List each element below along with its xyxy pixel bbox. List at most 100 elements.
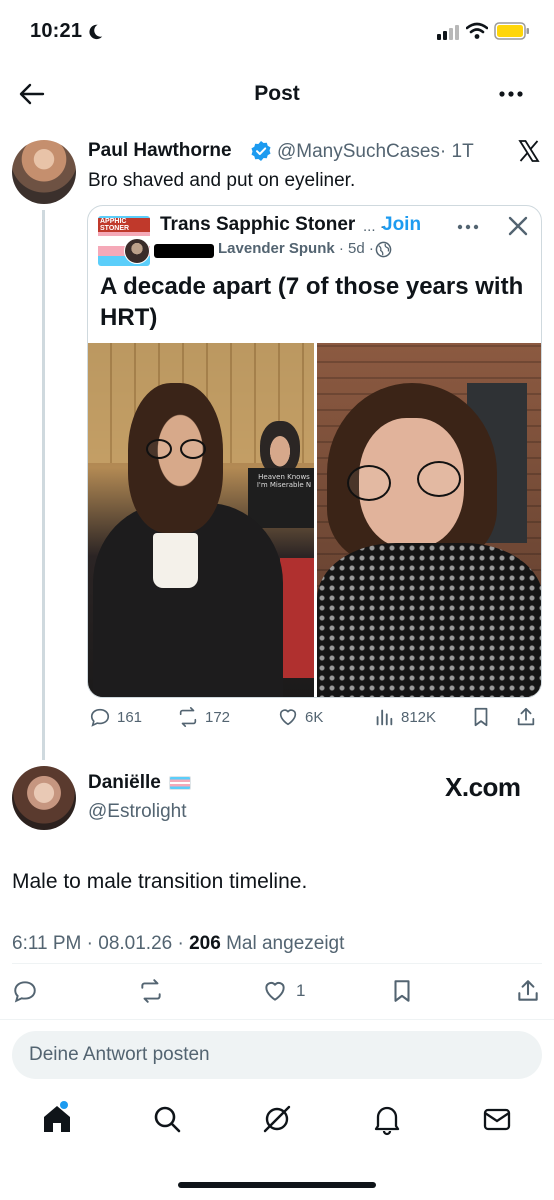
red-booth (280, 558, 314, 678)
card-more-icon[interactable] (456, 218, 480, 236)
reply-button[interactable] (12, 978, 38, 1004)
reply-author-handle[interactable]: @Estrolight (88, 801, 187, 823)
photo-after[interactable] (317, 343, 541, 697)
photo-before[interactable]: Heaven Knows I'm Miserable N (88, 343, 314, 697)
signal-icon (437, 24, 459, 40)
reply-author-name: Daniëlle (88, 772, 161, 793)
verified-badge-icon (251, 141, 271, 161)
reply-text: Male to male transition timeline. (12, 870, 308, 893)
bell-icon (374, 1106, 400, 1136)
reply-icon (14, 981, 36, 1003)
quoted-author-name: Lavender Spunk (218, 240, 335, 257)
globe-icon (375, 241, 392, 258)
tab-search[interactable] (150, 1102, 184, 1136)
status-bar: 10:21 (0, 0, 554, 70)
reply-author-name-row[interactable]: Daniëlle (88, 772, 191, 794)
person-head (128, 383, 223, 533)
repost-button[interactable] (138, 978, 164, 1004)
tab-notifications[interactable] (370, 1102, 404, 1136)
like-button[interactable]: 1 (262, 978, 305, 1004)
studded-jacket (317, 543, 541, 697)
like-count-text: 1 (296, 981, 306, 1000)
grok-icon (263, 1105, 291, 1133)
wifi-icon (466, 22, 488, 39)
post-meta: 6:11 PM · 08.01.26 · 206 Mal angezeigt (12, 933, 345, 954)
ellipsis-text: ... (363, 218, 376, 235)
views-label: Mal angezeigt (226, 933, 345, 954)
like-count-text: 6K (305, 708, 324, 726)
reply-count[interactable]: 161 (89, 706, 142, 728)
coffee-mug (153, 533, 198, 588)
original-author-handle[interactable]: @ManySuchCases· 1T (277, 141, 474, 163)
community-icon-text: APPHIC STONER (98, 218, 150, 232)
action-bar: 1 (0, 976, 554, 1012)
home-indicator[interactable] (178, 1182, 376, 1188)
x-logo-icon[interactable] (517, 139, 541, 163)
post-time: 6:11 PM (12, 933, 82, 954)
home-notification-dot (60, 1101, 68, 1109)
mail-icon (483, 1108, 511, 1131)
reply-author-avatar[interactable] (12, 766, 76, 830)
tab-grok[interactable] (260, 1102, 294, 1136)
glasses (347, 465, 391, 501)
like-count[interactable]: 6K (277, 706, 323, 728)
view-count-text: 812K (401, 708, 437, 726)
original-post-text: Bro shaved and put on eyeliner. (88, 170, 356, 191)
quoted-age: · 5d · (338, 240, 374, 257)
heart-icon (265, 981, 285, 1001)
repost-icon (141, 979, 161, 1003)
share-button[interactable] (515, 978, 541, 1004)
page-title: Post (254, 82, 300, 105)
quoted-post-card[interactable]: APPHIC STONER Trans Sapphic Stoner ... ·… (87, 205, 542, 698)
tab-messages[interactable] (480, 1102, 514, 1136)
glasses (180, 439, 206, 459)
repost-count[interactable]: 172 (177, 706, 230, 728)
redacted-name (154, 244, 214, 258)
bookmark-button[interactable] (389, 978, 415, 1004)
reply-count-text: 161 (117, 708, 143, 726)
bookmark-icon[interactable] (470, 706, 492, 728)
quoted-stats-row: 161 172 6K 812K (87, 706, 542, 736)
divider (12, 963, 542, 964)
community-name[interactable]: Trans Sapphic Stoner (160, 214, 355, 236)
divider (0, 1019, 554, 1020)
glasses (417, 461, 461, 497)
handle-text: @ManySuchCases (277, 141, 440, 162)
reply-composer-input[interactable] (12, 1031, 542, 1079)
search-icon (154, 1106, 181, 1133)
reply-icon (90, 708, 110, 727)
source-label: X.com (445, 772, 521, 802)
repost-count-text: 172 (205, 708, 231, 726)
battery-icon (494, 22, 529, 40)
repost-icon (179, 707, 197, 727)
post-header: Post (0, 70, 554, 120)
home-icon (44, 1106, 70, 1132)
quoted-author-line: Lavender Spunk · 5d · (218, 240, 374, 257)
bottom-tab-bar (0, 1090, 554, 1150)
join-community-button[interactable]: Join (382, 214, 421, 236)
glasses (146, 439, 172, 459)
bookmark-icon (394, 980, 410, 1002)
close-icon[interactable] (506, 214, 530, 238)
share-icon (518, 980, 538, 1001)
original-author-name[interactable]: Paul Hawthorne (88, 140, 232, 162)
moon-icon (89, 24, 103, 39)
share-icon[interactable] (515, 706, 537, 728)
clock-text: 10:21 (30, 20, 83, 42)
quoted-post-text: A decade apart (7 of those years with HR… (100, 273, 524, 331)
views-count: 206 (189, 933, 221, 954)
views-icon (376, 709, 393, 726)
original-author-avatar[interactable] (12, 140, 76, 204)
trans-flag-icon (168, 776, 191, 790)
heart-icon (279, 709, 297, 726)
shirt-text: Heaven Knows I'm Miserable N (256, 473, 312, 489)
quoted-media[interactable]: Heaven Knows I'm Miserable N (88, 343, 541, 697)
more-options-icon[interactable] (496, 82, 526, 106)
post-age: · 1T (439, 141, 474, 162)
view-count[interactable]: 812K (373, 706, 436, 728)
tab-home[interactable] (40, 1102, 74, 1136)
quoted-author-avatar (124, 238, 150, 264)
status-time: 10:21 (30, 20, 104, 43)
post-date: 08.01.26 (98, 933, 173, 954)
thread-line (42, 210, 45, 760)
